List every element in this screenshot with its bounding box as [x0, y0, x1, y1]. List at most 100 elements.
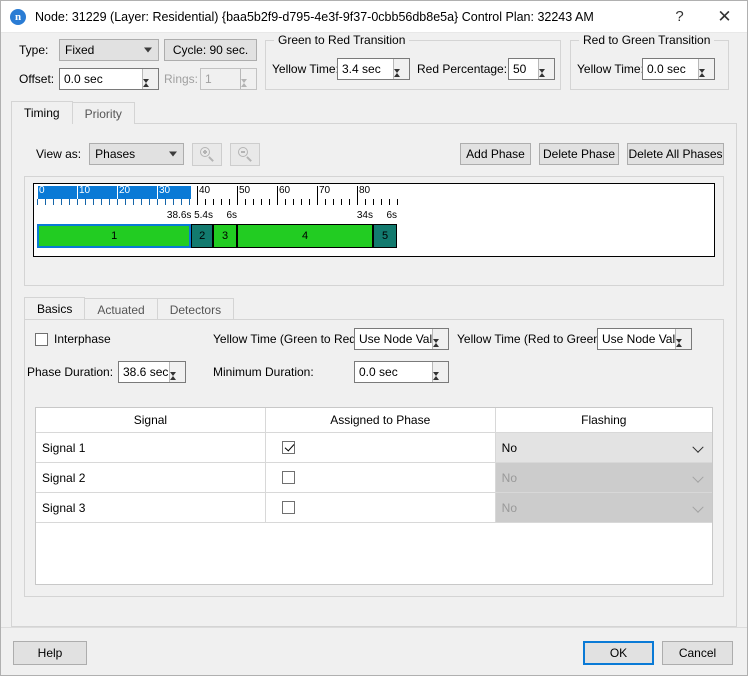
assigned-to-phase-checkbox[interactable] — [282, 441, 295, 454]
tab-timing[interactable]: Timing — [11, 101, 73, 124]
spin-down-icon[interactable] — [170, 376, 185, 390]
type-combo-value: Fixed — [65, 43, 94, 57]
ruler-minor-tick — [365, 199, 366, 205]
r2g-yellow-time-spinner[interactable]: 0.0 sec — [642, 58, 715, 80]
spin-down-icon[interactable] — [433, 343, 448, 357]
ruler-minor-tick — [253, 199, 254, 205]
view-as-label: View as: — [36, 147, 81, 161]
ruler-tick-label: 10 — [77, 185, 90, 197]
dialog-footer: Help OK Cancel — [1, 627, 747, 675]
phase-duration-label-marker: 5.4s — [194, 210, 213, 221]
red-percentage-spin-arrows[interactable] — [538, 59, 554, 79]
phase-duration-label-marker: 38.6s — [167, 210, 191, 221]
phase-block[interactable]: 1 — [37, 224, 191, 248]
delete-phase-button[interactable]: Delete Phase — [539, 143, 619, 165]
red-to-green-title: Red to Green Transition — [579, 33, 714, 47]
table-row[interactable]: Signal 1No — [36, 433, 712, 463]
phase-block[interactable]: 2 — [191, 224, 213, 248]
zoom-out-button[interactable] — [230, 143, 260, 166]
flashing-cell[interactable]: No — [496, 433, 712, 463]
tab-actuated-label: Actuated — [97, 303, 144, 317]
flashing-combo: No — [496, 493, 712, 522]
table-column-header: Signal — [36, 408, 266, 433]
phase-block[interactable]: 5 — [373, 224, 397, 248]
yellow-g2r-spinner[interactable]: Use Node Value — [354, 328, 449, 350]
ruler-tick-label: 70 — [317, 185, 330, 197]
flashing-cell[interactable]: No — [496, 493, 712, 523]
ruler-tick-label: 60 — [277, 185, 290, 197]
yellow-g2r-value: Use Node Value — [355, 329, 432, 349]
yellow-r2g-spin-arrows[interactable] — [675, 329, 691, 349]
yellow-r2g-spinner[interactable]: Use Node Value — [597, 328, 692, 350]
close-icon[interactable]: ✕ — [702, 1, 747, 33]
ruler-tick-label: 30 — [157, 185, 170, 197]
interphase-checkbox[interactable] — [35, 333, 48, 346]
assigned-to-phase-cell[interactable] — [266, 493, 496, 523]
phase-diagram[interactable]: 01020304050607080 138.6s25.4s36s434s56s — [33, 183, 715, 257]
tab-actuated[interactable]: Actuated — [84, 298, 157, 320]
tab-priority[interactable]: Priority — [72, 102, 135, 124]
phase-bar[interactable]: 138.6s25.4s36s434s56s — [37, 224, 397, 248]
ruler-minor-tick — [77, 199, 78, 205]
assigned-to-phase-checkbox[interactable] — [282, 501, 295, 514]
type-combo[interactable]: Fixed — [59, 39, 159, 61]
flashing-cell[interactable]: No — [496, 463, 712, 493]
node-control-plan-dialog: n Node: 31229 (Layer: Residential) {baa5… — [0, 0, 748, 676]
red-percentage-spinner[interactable]: 50 — [508, 58, 555, 80]
g2r-yellow-spin-arrows[interactable] — [393, 59, 409, 79]
spin-down-icon[interactable] — [699, 73, 714, 87]
red-to-green-group: Red to Green Transition Yellow Time: 0.0… — [570, 40, 729, 90]
table-row[interactable]: Signal 3No — [36, 493, 712, 523]
tab-basics[interactable]: Basics — [24, 297, 85, 320]
flashing-value: No — [502, 471, 517, 485]
ruler-minor-tick — [381, 199, 382, 205]
ruler-tick-label: 50 — [237, 185, 250, 197]
tab-detectors[interactable]: Detectors — [157, 298, 234, 320]
ruler-tick-label: 40 — [197, 185, 210, 197]
spin-down-icon[interactable] — [394, 73, 409, 87]
flashing-combo[interactable]: No — [496, 433, 712, 462]
r2g-yellow-spin-arrows[interactable] — [698, 59, 714, 79]
yellow-g2r-spin-arrows[interactable] — [432, 329, 448, 349]
delete-all-phases-button[interactable]: Delete All Phases — [627, 143, 724, 165]
ruler-tick-label: 80 — [357, 185, 370, 197]
spin-down-icon[interactable] — [433, 376, 448, 390]
ruler-minor-tick — [157, 199, 158, 205]
spin-down-icon[interactable] — [676, 343, 691, 357]
ok-button[interactable]: OK — [583, 641, 654, 665]
offset-spin-arrows[interactable] — [142, 69, 158, 89]
assigned-to-phase-checkbox[interactable] — [282, 471, 295, 484]
view-as-combo[interactable]: Phases — [89, 143, 184, 165]
spin-down-icon[interactable] — [539, 73, 554, 87]
ruler-minor-tick — [149, 199, 150, 205]
ruler-minor-tick — [373, 199, 374, 205]
zoom-in-button[interactable] — [192, 143, 222, 166]
phase-duration-spin-arrows[interactable] — [169, 362, 185, 382]
rings-label: Rings: — [164, 72, 198, 86]
table-row[interactable]: Signal 2No — [36, 463, 712, 493]
minimum-duration-spin-arrows[interactable] — [432, 362, 448, 382]
zoom-out-icon — [238, 147, 252, 161]
cancel-button[interactable]: Cancel — [662, 641, 733, 665]
phase-block[interactable]: 4 — [237, 224, 373, 248]
ruler-minor-tick — [117, 199, 118, 205]
help-icon[interactable]: ? — [657, 1, 702, 33]
spin-down-icon[interactable] — [143, 83, 158, 97]
assigned-to-phase-cell[interactable] — [266, 433, 496, 463]
interphase-checkbox-row[interactable]: Interphase — [35, 332, 111, 346]
g2r-yellow-time-spinner[interactable]: 3.4 sec — [337, 58, 410, 80]
type-label: Type: — [19, 43, 48, 57]
cycle-button[interactable]: Cycle: 90 sec. — [164, 39, 257, 61]
phase-block[interactable]: 3 — [213, 224, 237, 248]
phase-duration-spinner[interactable]: 38.6 sec — [118, 361, 186, 383]
offset-spinner[interactable]: 0.0 sec — [59, 68, 159, 90]
timing-panel: View as: Phases Add Phase Delete Phase — [11, 123, 737, 627]
table-column-header: Flashing — [496, 408, 712, 433]
add-phase-button[interactable]: Add Phase — [460, 143, 531, 165]
assigned-to-phase-cell[interactable] — [266, 463, 496, 493]
time-ruler: 01020304050607080 — [37, 186, 397, 210]
window-title: Node: 31229 (Layer: Residential) {baa5b2… — [35, 10, 657, 24]
help-button[interactable]: Help — [13, 641, 87, 665]
minimum-duration-spinner[interactable]: 0.0 sec — [354, 361, 449, 383]
ruler-minor-tick — [397, 199, 398, 205]
